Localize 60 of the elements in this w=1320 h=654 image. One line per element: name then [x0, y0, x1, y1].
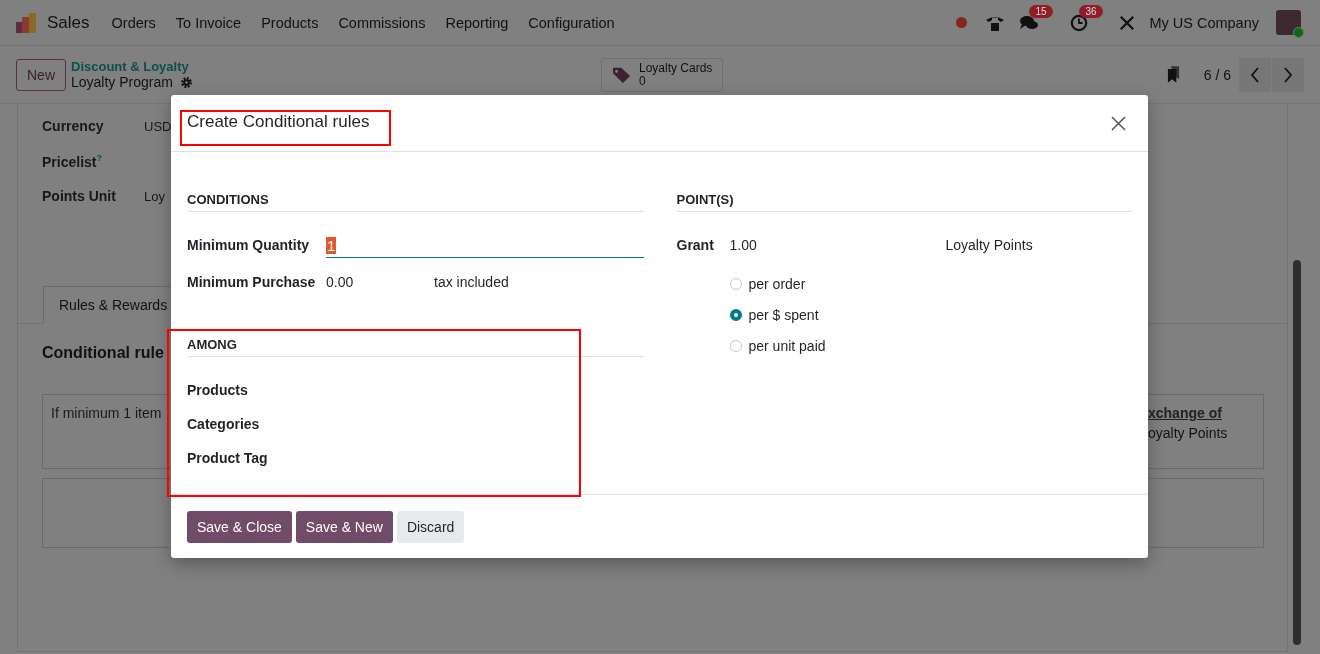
radio-button-icon[interactable]: [729, 308, 742, 321]
status-dot-icon[interactable]: [956, 17, 968, 28]
field-label: Currency: [42, 118, 105, 134]
clock-icon[interactable]: [1069, 13, 1090, 32]
bookmark-icon[interactable]: [1166, 65, 1180, 84]
rule-description: If minimum 1 item: [51, 405, 162, 423]
field-label: Points Unit: [42, 188, 117, 204]
tags-icon: [610, 65, 633, 84]
menu-item[interactable]: Reporting: [445, 14, 509, 31]
reward-link[interactable]: xchange of: [1148, 405, 1230, 421]
activity-count-badge: 36: [1079, 4, 1103, 18]
field-label: Minimum Purchase: [187, 273, 317, 290]
record-title: Loyalty Program: [71, 74, 173, 90]
menu-item[interactable]: To Invoice: [175, 14, 242, 31]
menu-item[interactable]: Configuration: [528, 14, 615, 31]
minimum-quantity-input[interactable]: 1: [326, 233, 644, 258]
field-label: Pricelist$^{?}$: [42, 152, 103, 170]
dialog-button[interactable]: Save & Close: [187, 510, 292, 543]
pager-value[interactable]: 6 / 6: [1203, 66, 1231, 83]
app-logo-icon[interactable]: [15, 11, 37, 34]
section-heading: CONDITIONS: [187, 192, 644, 212]
minimum-purchase-input[interactable]: 0.00: [326, 273, 434, 290]
field-label: Products: [187, 382, 249, 398]
menu-item[interactable]: Commissions: [338, 14, 426, 31]
chevron-right-icon: [1283, 66, 1293, 83]
reward-text: oyalty Points: [1148, 425, 1229, 441]
new-button[interactable]: New: [16, 58, 66, 91]
field-label: Grant: [676, 236, 715, 253]
field-value: USD: [144, 118, 172, 134]
radio-option[interactable]: per $ spent: [729, 305, 1133, 324]
section-heading: POINT(S): [676, 192, 1133, 212]
field-label: Product Tag: [187, 450, 269, 466]
dialog-title: Create Conditional rules: [187, 112, 370, 132]
company-switcher[interactable]: My US Company: [1149, 14, 1259, 31]
dialog-button[interactable]: Discard: [396, 510, 465, 543]
scrollbar-thumb[interactable]: [1293, 260, 1301, 645]
close-icon[interactable]: [1111, 115, 1126, 131]
grant-points-input[interactable]: 1.00: [729, 236, 946, 253]
tax-mode-value[interactable]: tax included: [434, 273, 509, 290]
tools-icon[interactable]: [1119, 14, 1136, 31]
field-label: Categories: [187, 416, 261, 432]
section-title: Conditional rule: [42, 344, 164, 362]
chat-icon[interactable]: [1019, 13, 1040, 32]
gear-icon[interactable]: [179, 75, 193, 89]
field-label: Minimum Quantity: [187, 236, 311, 253]
radio-option[interactable]: per order: [729, 274, 1133, 293]
menu-item[interactable]: Orders: [111, 14, 156, 31]
field-value: Loy: [144, 188, 165, 204]
loyalty-cards-button[interactable]: Loyalty Cards 0: [600, 57, 723, 92]
next-button[interactable]: [1272, 57, 1304, 92]
section-heading: AMONG: [187, 337, 644, 357]
online-status-icon: [1293, 27, 1304, 38]
points-unit-value: Loyalty Points: [945, 236, 1033, 253]
previous-button[interactable]: [1239, 57, 1271, 92]
menu-item[interactable]: Products: [261, 14, 319, 31]
dialog-button[interactable]: Save & New: [295, 510, 393, 543]
message-count-badge: 15: [1029, 4, 1053, 18]
radio-option[interactable]: per unit paid: [729, 336, 1133, 355]
app-name[interactable]: Sales: [47, 12, 90, 33]
chevron-left-icon: [1250, 66, 1260, 83]
